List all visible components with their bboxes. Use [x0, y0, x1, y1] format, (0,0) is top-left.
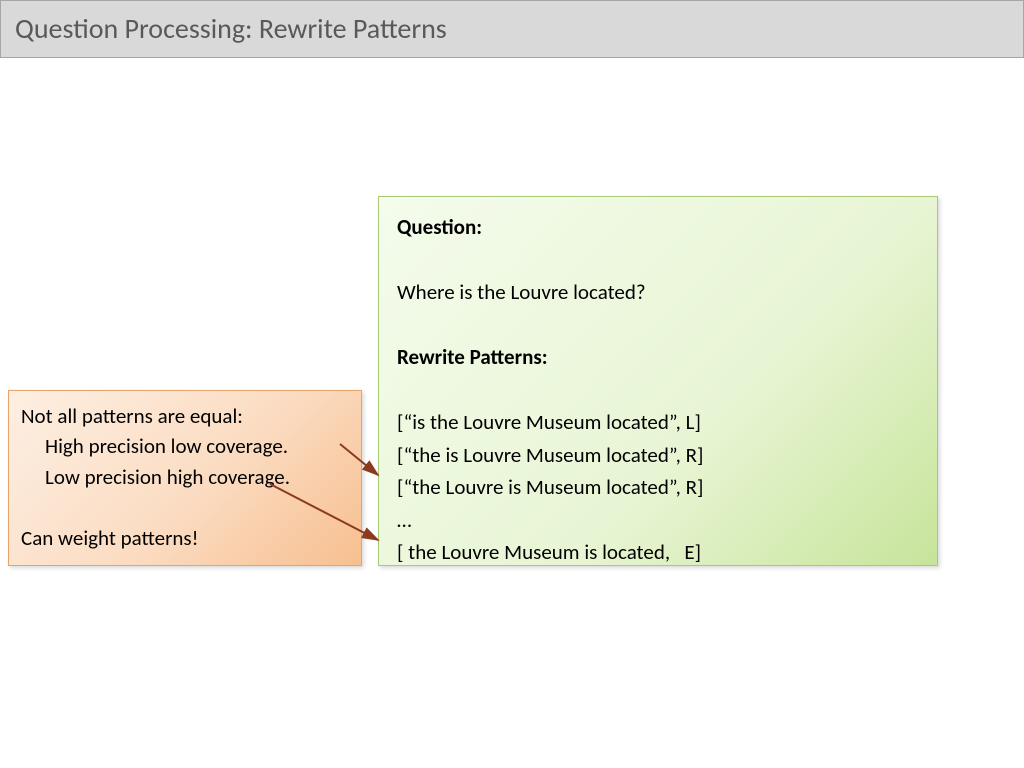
- note-line: High precision low coverage.: [21, 431, 349, 461]
- slide-title: Question Processing: Rewrite Patterns: [15, 11, 447, 46]
- pattern-ellipsis: …: [397, 504, 919, 537]
- note-line: Can weight patterns!: [21, 523, 349, 553]
- slide-title-bar: Question Processing: Rewrite Patterns: [0, 0, 1024, 58]
- question-label: Question:: [397, 211, 919, 244]
- note-line: Low precision high coverage.: [21, 462, 349, 492]
- question-text: Where is the Louvre located?: [397, 276, 919, 309]
- question-panel: Question: Where is the Louvre located? R…: [378, 196, 938, 566]
- pattern-line: [ the Louvre Museum is located, E]: [397, 536, 919, 569]
- pattern-line: [“the Louvre is Museum located”, R]: [397, 471, 919, 504]
- note-line: Not all patterns are equal:: [21, 401, 349, 431]
- pattern-line: [“the is Louvre Museum located”, R]: [397, 439, 919, 472]
- rewrite-patterns-label: Rewrite Patterns:: [397, 341, 919, 374]
- pattern-line: [“is the Louvre Museum located”, L]: [397, 406, 919, 439]
- notes-panel: Not all patterns are equal: High precisi…: [8, 390, 362, 566]
